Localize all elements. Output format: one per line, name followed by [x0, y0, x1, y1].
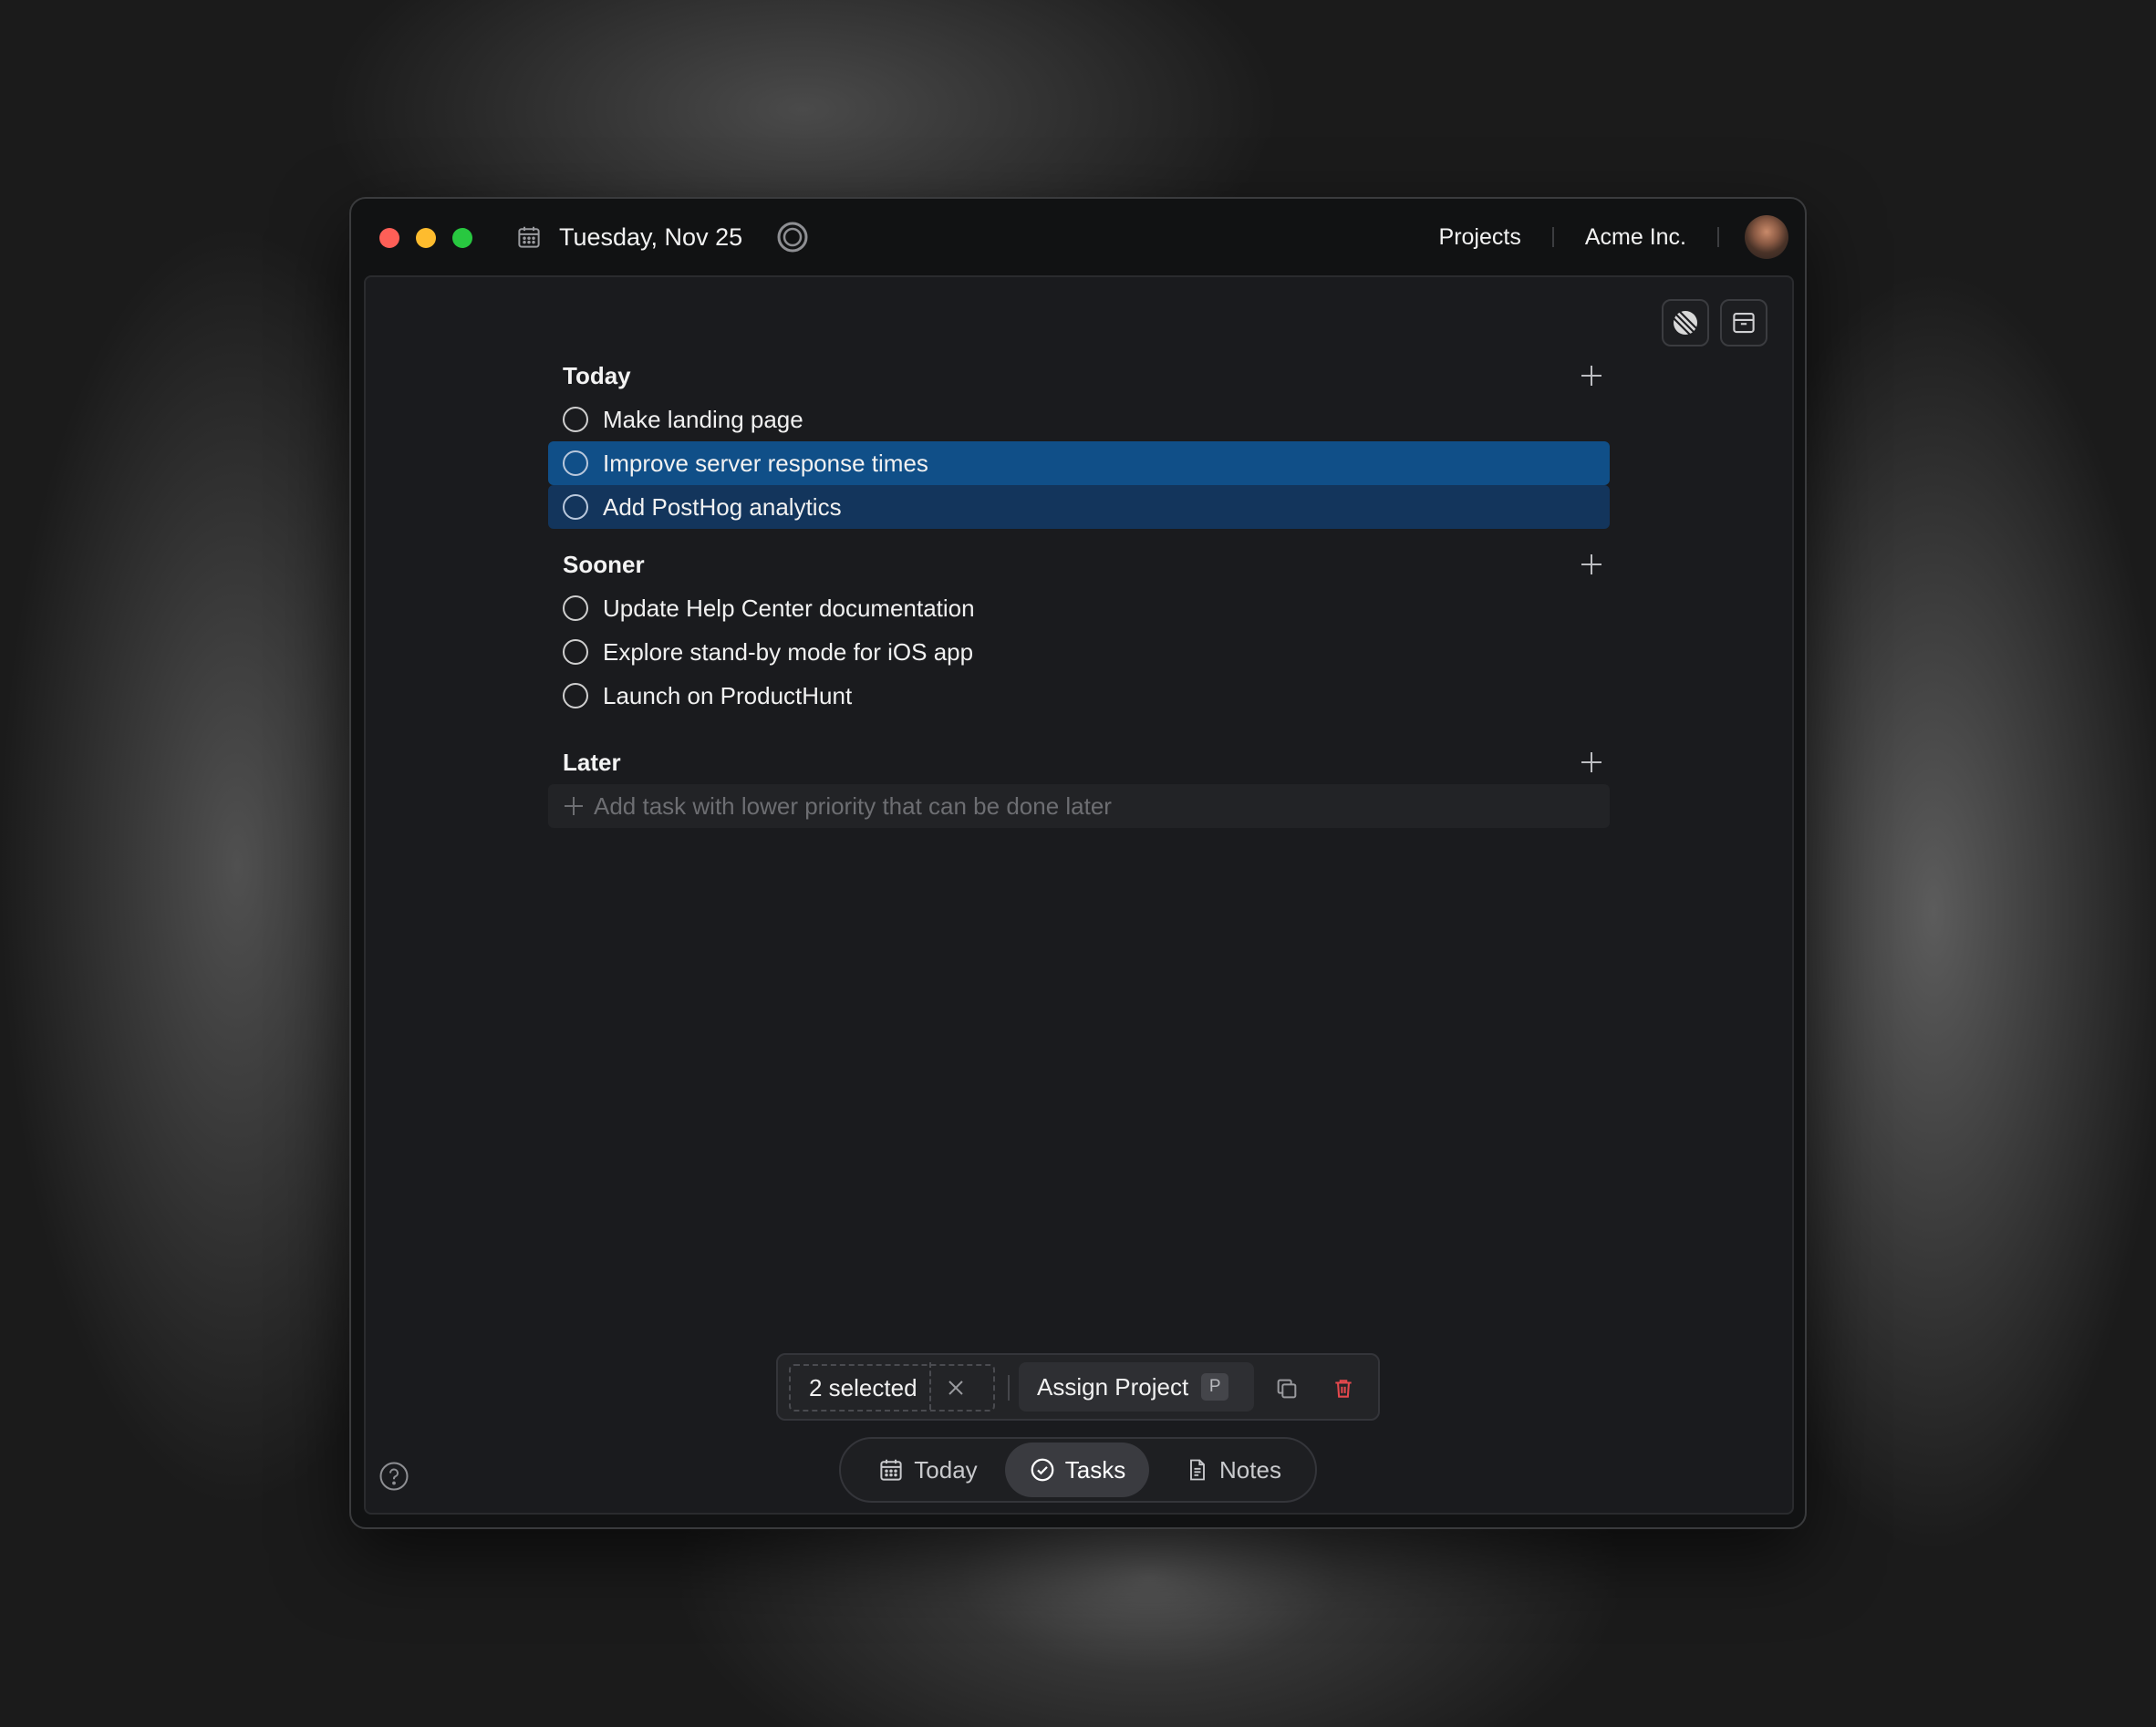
- add-task-placeholder: Add task with lower priority that can be…: [594, 791, 1112, 820]
- archive-button[interactable]: [1720, 299, 1767, 346]
- task-row[interactable]: Update Help Center documentation: [548, 586, 1610, 630]
- nav-notes[interactable]: Notes: [1160, 1443, 1306, 1497]
- task-label: Update Help Center documentation: [603, 594, 975, 622]
- current-date: Tuesday, Nov 25: [559, 222, 743, 251]
- task-row[interactable]: Launch on ProductHunt: [548, 674, 1610, 718]
- selection-count-box: 2 selected: [789, 1362, 995, 1412]
- app-window: Tuesday, Nov 25 Projects Acme Inc. Today…: [349, 197, 1807, 1529]
- archive-icon: [1730, 309, 1757, 336]
- linear-integration-button[interactable]: [1662, 299, 1709, 346]
- duplicate-button[interactable]: [1265, 1368, 1309, 1410]
- close-window-button[interactable]: [379, 228, 399, 248]
- copy-icon: [1277, 1379, 1297, 1399]
- document-icon: [1185, 1456, 1210, 1484]
- divider: [1551, 227, 1554, 247]
- nav-today-label: Today: [914, 1455, 978, 1484]
- task-row-selected[interactable]: Add PostHog analytics: [548, 485, 1610, 529]
- assign-project-button[interactable]: Assign Project P: [1019, 1362, 1254, 1412]
- section-title: Later: [563, 749, 621, 776]
- add-sooner-task-button[interactable]: [1573, 546, 1610, 583]
- delete-button[interactable]: [1322, 1368, 1365, 1410]
- date-picker[interactable]: Tuesday, Nov 25: [515, 217, 742, 257]
- top-right-nav: Projects Acme Inc.: [1439, 215, 1788, 259]
- selection-action-bar: 2 selected Assign Project P: [776, 1353, 1380, 1421]
- section-later-header: Later: [548, 740, 1610, 784]
- main-content: Today Make landing page Improve server r…: [364, 275, 1794, 1515]
- help-button[interactable]: [378, 1461, 409, 1492]
- add-later-task-input[interactable]: Add task with lower priority that can be…: [548, 784, 1610, 828]
- task-checkbox[interactable]: [563, 595, 588, 621]
- section-title: Sooner: [563, 551, 645, 578]
- close-icon: [948, 1381, 963, 1395]
- task-checkbox[interactable]: [563, 494, 588, 520]
- maximize-window-button[interactable]: [452, 228, 472, 248]
- nav-tasks-label: Tasks: [1064, 1455, 1126, 1484]
- titlebar: Tuesday, Nov 25 Projects Acme Inc.: [351, 199, 1805, 274]
- projects-link[interactable]: Projects: [1439, 224, 1521, 251]
- minimize-window-button[interactable]: [416, 228, 436, 248]
- task-label: Launch on ProductHunt: [603, 681, 853, 709]
- task-label: Improve server response times: [603, 449, 928, 477]
- task-label: Make landing page: [603, 405, 803, 433]
- task-list: Today Make landing page Improve server r…: [548, 354, 1610, 828]
- plus-icon: [1581, 366, 1601, 386]
- task-checkbox[interactable]: [563, 683, 588, 708]
- trash-icon: [1335, 1380, 1352, 1398]
- task-row[interactable]: Explore stand-by mode for iOS app: [548, 630, 1610, 674]
- task-checkbox[interactable]: [563, 639, 588, 665]
- check-circle-icon: [1029, 1456, 1056, 1484]
- task-checkbox[interactable]: [563, 450, 588, 476]
- plus-icon: [1581, 554, 1601, 574]
- divider: [1717, 227, 1719, 247]
- clear-selection-button[interactable]: [931, 1366, 980, 1410]
- add-today-task-button[interactable]: [1573, 357, 1610, 394]
- workspace-switcher[interactable]: Acme Inc.: [1585, 224, 1686, 251]
- section-today-header: Today: [548, 354, 1610, 398]
- help-icon: [379, 1462, 409, 1491]
- plus-icon: [1581, 752, 1601, 772]
- avatar[interactable]: [1745, 215, 1788, 259]
- assign-project-label: Assign Project: [1037, 1372, 1189, 1401]
- section-sooner-header: Sooner: [548, 543, 1610, 586]
- nav-today[interactable]: Today: [852, 1443, 1003, 1497]
- selection-count: 2 selected: [809, 1373, 917, 1401]
- add-later-task-button[interactable]: [1573, 744, 1610, 781]
- task-label: Add PostHog analytics: [603, 492, 842, 521]
- task-checkbox[interactable]: [563, 407, 588, 432]
- section-title: Today: [563, 362, 631, 389]
- calendar-icon: [515, 223, 543, 251]
- nav-notes-label: Notes: [1219, 1455, 1281, 1484]
- task-label: Explore stand-by mode for iOS app: [603, 637, 974, 666]
- shortcut-hint: P: [1201, 1373, 1229, 1401]
- task-row[interactable]: Make landing page: [548, 398, 1610, 441]
- focus-mode-icon[interactable]: [776, 221, 809, 253]
- plus-icon: [565, 797, 583, 815]
- task-row-selected[interactable]: Improve server response times: [548, 441, 1610, 485]
- divider: [1008, 1375, 1010, 1401]
- linear-icon: [1671, 308, 1700, 337]
- bottom-nav: Today Tasks Notes: [839, 1437, 1317, 1503]
- calendar-icon: [877, 1456, 905, 1484]
- nav-tasks[interactable]: Tasks: [1005, 1443, 1149, 1497]
